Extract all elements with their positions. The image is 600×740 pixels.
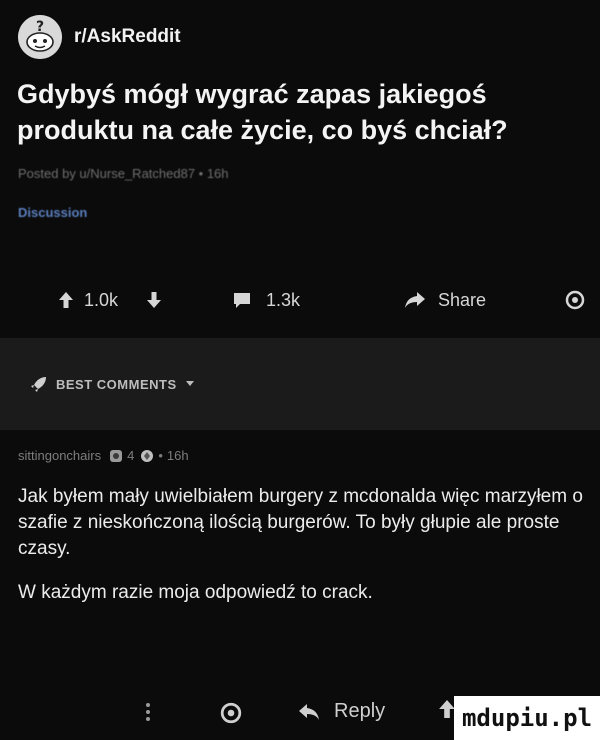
post-flair[interactable]: Discussion: [18, 205, 87, 220]
upvote-icon[interactable]: [58, 291, 74, 309]
subreddit-name[interactable]: r/AskReddit: [74, 26, 181, 48]
comment-paragraph: Jak byłem mały uwielbiałem burgery z mcd…: [18, 486, 583, 559]
downvote-icon[interactable]: [146, 291, 162, 309]
award-count: 4: [127, 448, 135, 463]
watermark-logo: mdupiu.pl: [454, 696, 600, 740]
silver-award-icon: [109, 449, 123, 463]
gold-award-icon: [140, 449, 154, 463]
comment-body: Jak byłem mały uwielbiałem burgery z mcd…: [18, 484, 588, 624]
award-button[interactable]: [565, 290, 585, 310]
comment-age: 16h: [166, 448, 189, 463]
share-label: Share: [438, 289, 487, 310]
comment-count: 1.3k: [266, 289, 301, 310]
award-icon: [565, 290, 585, 310]
separator-dot: •: [158, 448, 163, 463]
chevron-down-icon: [185, 380, 195, 388]
upvote-group: 1.0k: [58, 290, 162, 311]
comment-award-icon[interactable]: [220, 702, 242, 724]
more-options-icon[interactable]: [145, 702, 151, 722]
comment-bubble-icon: [232, 291, 252, 309]
post-meta: Posted by u/Nurse_Ratched87 • 16h: [18, 166, 229, 181]
share-button[interactable]: Share: [404, 290, 486, 311]
subreddit-avatar-icon[interactable]: ?: [18, 15, 62, 59]
comments-group[interactable]: 1.3k: [232, 290, 300, 311]
comment-paragraph: W każdym razie moja odpowiedź to crack.: [18, 582, 373, 603]
upvote-count: 1.0k: [84, 289, 119, 310]
svg-text:?: ?: [36, 19, 44, 35]
post-title: Gdybyś mógł wygrać zapas jakiegoś produk…: [17, 79, 508, 145]
post-actions-bar: 1.0k 1.3k Share: [0, 280, 600, 320]
reply-label: Reply: [334, 700, 386, 722]
comment-sort-bar[interactable]: BEST COMMENTS: [0, 338, 600, 430]
share-arrow-icon: [404, 291, 426, 309]
reply-arrow-icon: [298, 703, 320, 721]
comment-meta: sittingonchairs 4 • 16h: [18, 448, 189, 463]
sort-label: BEST COMMENTS: [56, 376, 177, 392]
reply-button[interactable]: Reply: [298, 700, 385, 723]
rocket-icon: [30, 375, 48, 393]
comment-author[interactable]: sittingonchairs: [18, 448, 101, 463]
post-header: ? r/AskReddit: [18, 14, 181, 60]
